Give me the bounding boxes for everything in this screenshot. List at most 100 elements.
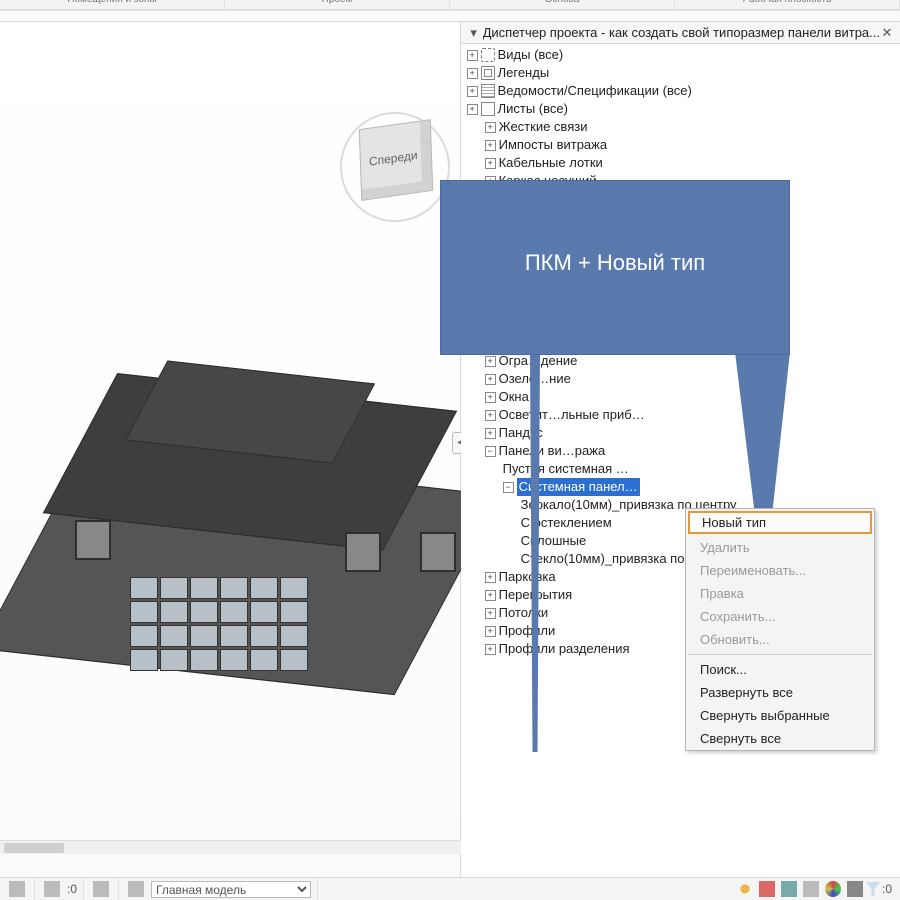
tree-node-sheets[interactable]: + Листы (все) <box>467 100 900 118</box>
expand-icon[interactable]: + <box>467 68 478 79</box>
tree-label: Листы (все) <box>498 100 568 118</box>
viewcube-cube[interactable]: Спереди <box>359 119 433 201</box>
tree-label: Пустая системная … <box>503 460 629 478</box>
project-browser-titlebar[interactable]: ▾ Диспетчер проекта - как создать свой т… <box>461 22 900 44</box>
tree-node-legends[interactable]: + Легенды <box>467 64 900 82</box>
options-bar <box>0 10 900 22</box>
tree-label: Импосты витража <box>499 136 607 154</box>
expand-icon[interactable]: + <box>485 392 496 403</box>
ribbon-group-workplane: Рабочая плоскость <box>675 0 900 9</box>
status-design-options[interactable]: Главная модель <box>119 878 318 900</box>
tree-label: Ведомости/Спецификации (все) <box>498 82 692 100</box>
panel-options-dropdown-icon[interactable]: ▾ <box>467 22 481 44</box>
status-count-label: :0 <box>67 882 77 896</box>
tree-node-views[interactable]: + Виды (все) <box>467 46 900 64</box>
expand-icon[interactable]: + <box>467 86 478 97</box>
tree-node-family[interactable]: +Жесткие связи <box>467 118 900 136</box>
ribbon-group-label: Рабочая плоскость <box>743 0 832 5</box>
tree-label: Окна <box>499 388 529 406</box>
expand-icon[interactable]: + <box>485 626 496 637</box>
status-icon[interactable] <box>803 881 819 897</box>
context-menu-item-collapse-all[interactable]: Свернуть все <box>686 727 874 750</box>
expand-icon[interactable]: + <box>485 590 496 601</box>
tree-label: Виды (все) <box>498 46 564 64</box>
viewcube[interactable]: Спереди <box>340 112 450 222</box>
expand-icon[interactable]: + <box>467 104 478 115</box>
expand-icon[interactable]: + <box>485 356 496 367</box>
sheet-icon <box>481 102 495 116</box>
scrollbar-thumb[interactable] <box>4 843 64 853</box>
horizontal-scrollbar[interactable] <box>0 840 500 854</box>
context-menu-item-expand-all[interactable]: Развернуть все <box>686 681 874 704</box>
collapse-icon[interactable]: − <box>485 446 496 457</box>
ribbon-group-label: Основа <box>545 0 580 5</box>
expand-icon[interactable]: + <box>485 158 496 169</box>
context-menu-item-search[interactable]: Поиск... <box>686 658 874 681</box>
tree-label: Парковка <box>499 568 556 586</box>
ribbon-group-opening: Проём <box>225 0 450 9</box>
expand-icon[interactable]: + <box>485 140 496 151</box>
context-menu-item-reload: Обновить... <box>686 628 874 651</box>
3d-viewport[interactable]: Спереди ◂ <box>0 22 461 877</box>
context-menu-item-collapse-selected[interactable]: Свернуть выбранные <box>686 704 874 727</box>
tree-label: Кабельные лотки <box>499 154 603 172</box>
ribbon-group-rooms: Помещения и зоны <box>0 0 225 9</box>
expand-icon[interactable]: + <box>485 572 496 583</box>
expand-icon[interactable]: + <box>485 644 496 655</box>
status-bar: :0 Главная модель :0 <box>0 877 900 900</box>
collapse-icon[interactable]: − <box>503 482 514 493</box>
status-icon[interactable] <box>759 881 775 897</box>
cursor-icon <box>9 881 25 897</box>
annotation-callout: ПКМ + Новый тип <box>440 180 790 355</box>
status-select-tool[interactable] <box>0 878 35 900</box>
expand-icon[interactable]: + <box>485 374 496 385</box>
expand-icon[interactable]: + <box>485 122 496 133</box>
close-icon[interactable]: ✕ <box>880 22 894 44</box>
workset-icon <box>93 881 109 897</box>
tree-node-schedules[interactable]: + Ведомости/Спецификации (все) <box>467 82 900 100</box>
status-workset-tool[interactable] <box>84 878 119 900</box>
status-icon[interactable] <box>825 881 841 897</box>
views-icon <box>481 48 495 62</box>
status-icon[interactable] <box>781 881 797 897</box>
filter-icon[interactable] <box>866 882 880 896</box>
context-menu-item-new-type[interactable]: Новый тип <box>688 511 872 534</box>
tree-label: Профили разделения <box>499 640 630 658</box>
tree-label: Осветит…льные приб… <box>499 406 645 424</box>
filter-count-label: :0 <box>880 882 900 896</box>
status-icon[interactable] <box>737 881 753 897</box>
status-icon[interactable] <box>847 881 863 897</box>
expand-icon[interactable]: + <box>485 428 496 439</box>
viewcube-face-label: Спереди <box>369 148 418 169</box>
expand-icon[interactable]: + <box>485 608 496 619</box>
context-menu-item-rename: Переименовать... <box>686 559 874 582</box>
ribbon-group-strip: Помещения и зоны Проём Основа Рабочая пл… <box>0 0 900 10</box>
tree-node-family[interactable]: +Кабельные лотки <box>467 154 900 172</box>
link-icon <box>44 881 60 897</box>
expand-icon[interactable]: + <box>485 410 496 421</box>
design-option-icon <box>128 881 144 897</box>
context-menu-item-delete: Удалить <box>686 536 874 559</box>
model-geometry[interactable] <box>20 352 480 672</box>
context-menu-item-save: Сохранить... <box>686 605 874 628</box>
ribbon-group-datum: Основа <box>450 0 675 9</box>
project-browser-title: Диспетчер проекта - как создать свой тип… <box>483 22 880 44</box>
window-element <box>345 532 381 572</box>
legend-icon <box>481 66 495 80</box>
expand-icon[interactable]: + <box>467 50 478 61</box>
tree-label: Панели ви…ража <box>499 442 606 460</box>
window-element <box>420 532 456 572</box>
status-link-count[interactable]: :0 <box>35 878 84 900</box>
tree-label: Легенды <box>498 64 550 82</box>
tree-label: Профили <box>499 622 556 640</box>
design-option-select[interactable]: Главная модель <box>151 881 311 898</box>
tree-node-family[interactable]: +Импосты витража <box>467 136 900 154</box>
tree-label: Потолки <box>499 604 549 622</box>
tree-label: Жесткие связи <box>499 118 588 136</box>
context-menu-separator <box>688 654 872 655</box>
annotation-text: ПКМ + Новый тип <box>525 250 705 276</box>
context-menu: Новый тип Удалить Переименовать... Правк… <box>685 508 875 751</box>
ribbon-group-label: Помещения и зоны <box>67 0 156 5</box>
window-element <box>75 520 111 560</box>
curtain-wall-panels <box>130 577 308 671</box>
